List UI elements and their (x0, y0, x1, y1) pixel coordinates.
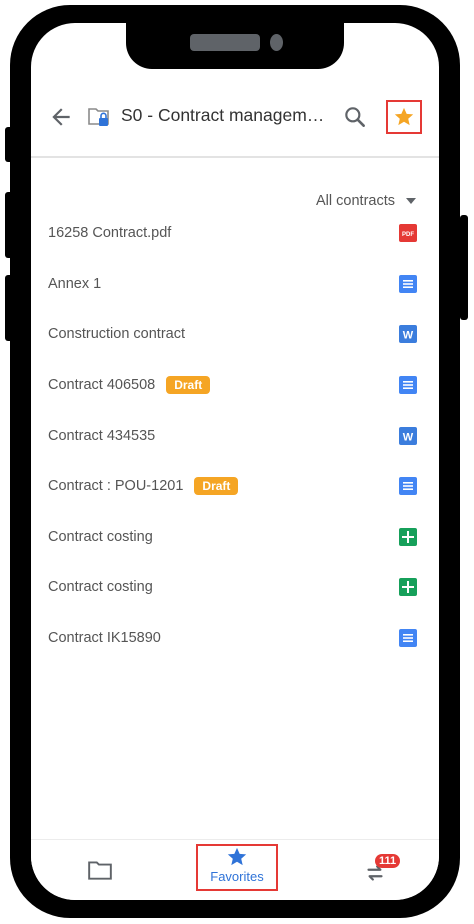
pdf-file-icon: PDF (399, 224, 417, 243)
doc-file-icon (399, 376, 417, 395)
file-name: Construction contract (48, 326, 186, 343)
doc-file-icon (399, 477, 417, 496)
app-header: S0 - Contract management (31, 78, 439, 158)
nav-favorites-button[interactable]: Favorites (196, 844, 278, 891)
folder-icon (88, 861, 112, 880)
bottom-navigation: Favorites 111 (31, 839, 439, 900)
file-name: 16258 Contract.pdf (48, 225, 172, 242)
nav-favorites-label: Favorites (210, 869, 264, 884)
word-file-icon: W (399, 426, 417, 445)
arrow-back-icon (52, 108, 70, 126)
file-row[interactable]: Contract costing (31, 562, 439, 613)
file-row[interactable]: Construction contract W (31, 309, 439, 360)
file-name: Contract IK15890 (48, 630, 161, 647)
phone-speaker (190, 34, 260, 51)
nav-sync-button[interactable]: 111 (362, 854, 402, 888)
doc-file-icon (399, 274, 417, 293)
sync-count-badge: 111 (375, 854, 401, 868)
favorite-toggle-button[interactable] (386, 100, 422, 134)
phone-power-button (460, 215, 468, 320)
file-row[interactable]: Contract : POU-1201 Draft (31, 461, 439, 512)
file-name: Contract costing (48, 579, 153, 596)
file-name: Annex 1 (48, 275, 102, 292)
back-button[interactable] (48, 104, 74, 130)
filter-label: All contracts (316, 193, 395, 209)
file-name: Contract 406508 (48, 377, 156, 394)
file-row[interactable]: Contract IK15890 (31, 613, 439, 664)
file-name: Contract 434535 (48, 427, 156, 444)
draft-badge: Draft (166, 376, 211, 395)
file-row[interactable]: Annex 1 (31, 259, 439, 310)
search-button[interactable] (342, 104, 368, 130)
svg-text:W: W (403, 330, 414, 342)
svg-text:W: W (403, 431, 414, 443)
phone-notch (126, 23, 344, 69)
phone-screen: S0 - Contract management All contracts 1… (31, 23, 439, 900)
nav-folders-button[interactable] (87, 857, 113, 883)
file-row[interactable]: Contract 434535 W (31, 410, 439, 461)
locked-folder-icon (87, 104, 111, 130)
file-name: Contract : POU-1201 (48, 478, 184, 495)
search-icon (345, 107, 365, 127)
dropdown-icon (406, 198, 416, 204)
file-name: Contract costing (48, 528, 153, 545)
doc-file-icon (399, 629, 417, 648)
page-title: S0 - Contract management (121, 105, 329, 125)
sheet-file-icon (399, 578, 417, 597)
star-icon (394, 107, 414, 126)
draft-badge: Draft (194, 477, 239, 496)
word-file-icon: W (399, 325, 417, 344)
phone-frame: S0 - Contract management All contracts 1… (10, 5, 460, 918)
contracts-filter-dropdown[interactable]: All contracts (316, 193, 417, 209)
svg-text:PDF: PDF (402, 232, 414, 238)
star-icon (227, 847, 247, 866)
phone-camera (270, 34, 283, 51)
file-row[interactable]: Contract costing (31, 512, 439, 563)
sheet-file-icon (399, 527, 417, 546)
file-row[interactable]: 16258 Contract.pdf PDF (31, 208, 439, 259)
file-list: 16258 Contract.pdf PDF Annex 1 Construct… (31, 208, 439, 663)
file-row[interactable]: Contract 406508 Draft (31, 360, 439, 411)
